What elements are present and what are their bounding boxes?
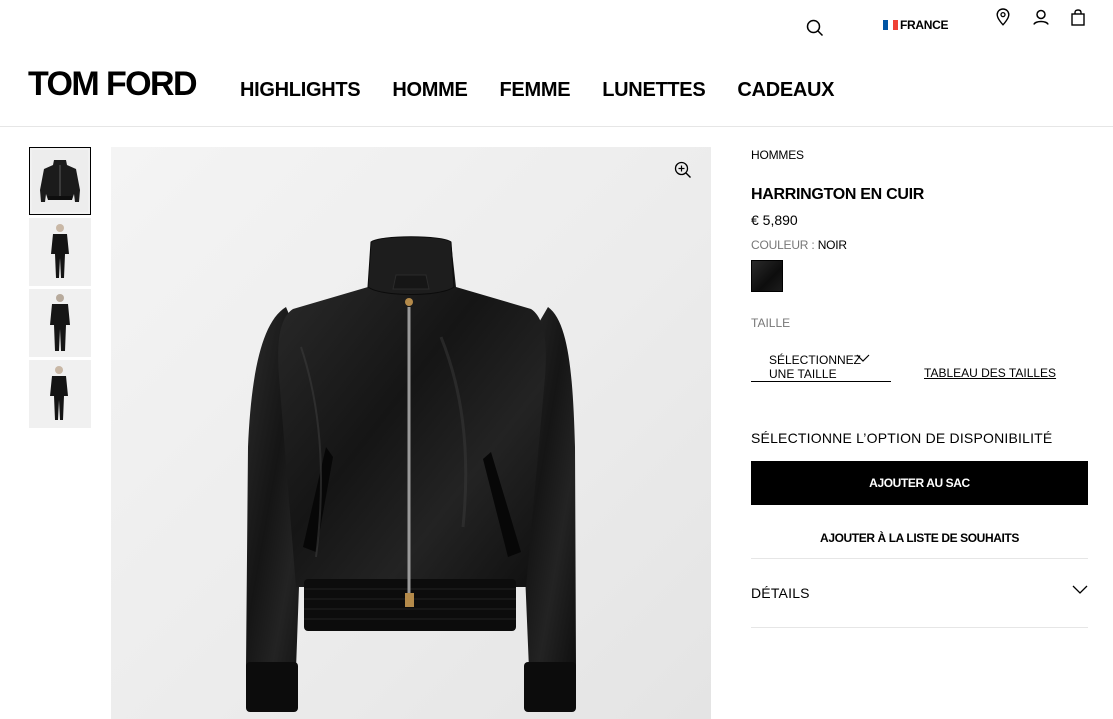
thumbnail-2[interactable] — [29, 218, 91, 286]
france-flag-icon — [883, 20, 898, 30]
site-header: FRANCE TOM FORD HIGHLIGHTS HOMME FEMME L… — [0, 0, 1113, 127]
location-pin-icon — [996, 8, 1010, 26]
thumbnail-4[interactable] — [29, 360, 91, 428]
shopping-bag-icon — [1071, 8, 1085, 26]
search-button[interactable] — [803, 16, 827, 40]
thumbnail-1-image — [32, 150, 88, 212]
thumbnail-3[interactable] — [29, 289, 91, 357]
details-label: DÉTAILS — [751, 585, 810, 601]
chevron-down-icon — [856, 354, 870, 362]
breadcrumb[interactable]: HOMMES — [751, 148, 804, 162]
store-locator-button[interactable] — [992, 6, 1014, 28]
nav-item-homme[interactable]: HOMME — [392, 76, 467, 104]
thumbnail-2-image — [29, 218, 91, 286]
size-dropdown[interactable]: SÉLECTIONNEZ UNE TAILLE — [751, 351, 891, 382]
nav-item-cadeaux[interactable]: CADEAUX — [737, 76, 834, 104]
brand-logo[interactable]: TOM FORD — [28, 64, 198, 104]
thumbnail-3-image — [29, 289, 91, 357]
nav-item-highlights[interactable]: HIGHLIGHTS — [240, 76, 361, 104]
main-nav: HIGHLIGHTS HOMME FEMME LUNETTES CADEAUX — [240, 76, 866, 104]
thumbnail-4-image — [29, 360, 91, 428]
product-main-image[interactable] — [111, 147, 711, 719]
add-to-wishlist-button[interactable]: AJOUTER À LA LISTE DE SOUHAITS — [751, 523, 1088, 553]
size-label: TAILLE — [751, 316, 791, 330]
country-selector[interactable]: FRANCE — [883, 17, 949, 33]
chevron-down-icon — [1072, 585, 1088, 594]
nav-item-lunettes[interactable]: LUNETTES — [602, 76, 705, 104]
product-price: € 5,890 — [751, 212, 798, 228]
add-to-bag-button[interactable]: AJOUTER AU SAC — [751, 461, 1088, 505]
thumbnail-1[interactable] — [29, 147, 91, 215]
size-dropdown-value: SÉLECTIONNEZ UNE TAILLE — [769, 353, 862, 381]
account-button[interactable] — [1030, 6, 1052, 28]
color-label: COULEUR : — [751, 238, 815, 252]
color-swatch-noir[interactable] — [751, 260, 783, 292]
leather-jacket-image — [246, 236, 576, 712]
thumbnail-list — [29, 147, 91, 431]
details-accordion[interactable]: DÉTAILS — [751, 558, 1088, 628]
color-info: COULEUR : NOIR — [751, 238, 847, 252]
availability-label: SÉLECTIONNE L’OPTION DE DISPONIBILITÉ — [751, 430, 1053, 446]
nav-item-femme[interactable]: FEMME — [500, 76, 571, 104]
country-label: FRANCE — [900, 18, 949, 32]
account-icon — [1033, 9, 1049, 25]
color-value: NOIR — [817, 238, 847, 252]
search-icon — [806, 19, 824, 37]
size-chart-link[interactable]: TABLEAU DES TAILLES — [924, 366, 1056, 380]
cart-button[interactable] — [1067, 6, 1089, 28]
product-title: HARRINGTON EN CUIR — [751, 186, 924, 203]
